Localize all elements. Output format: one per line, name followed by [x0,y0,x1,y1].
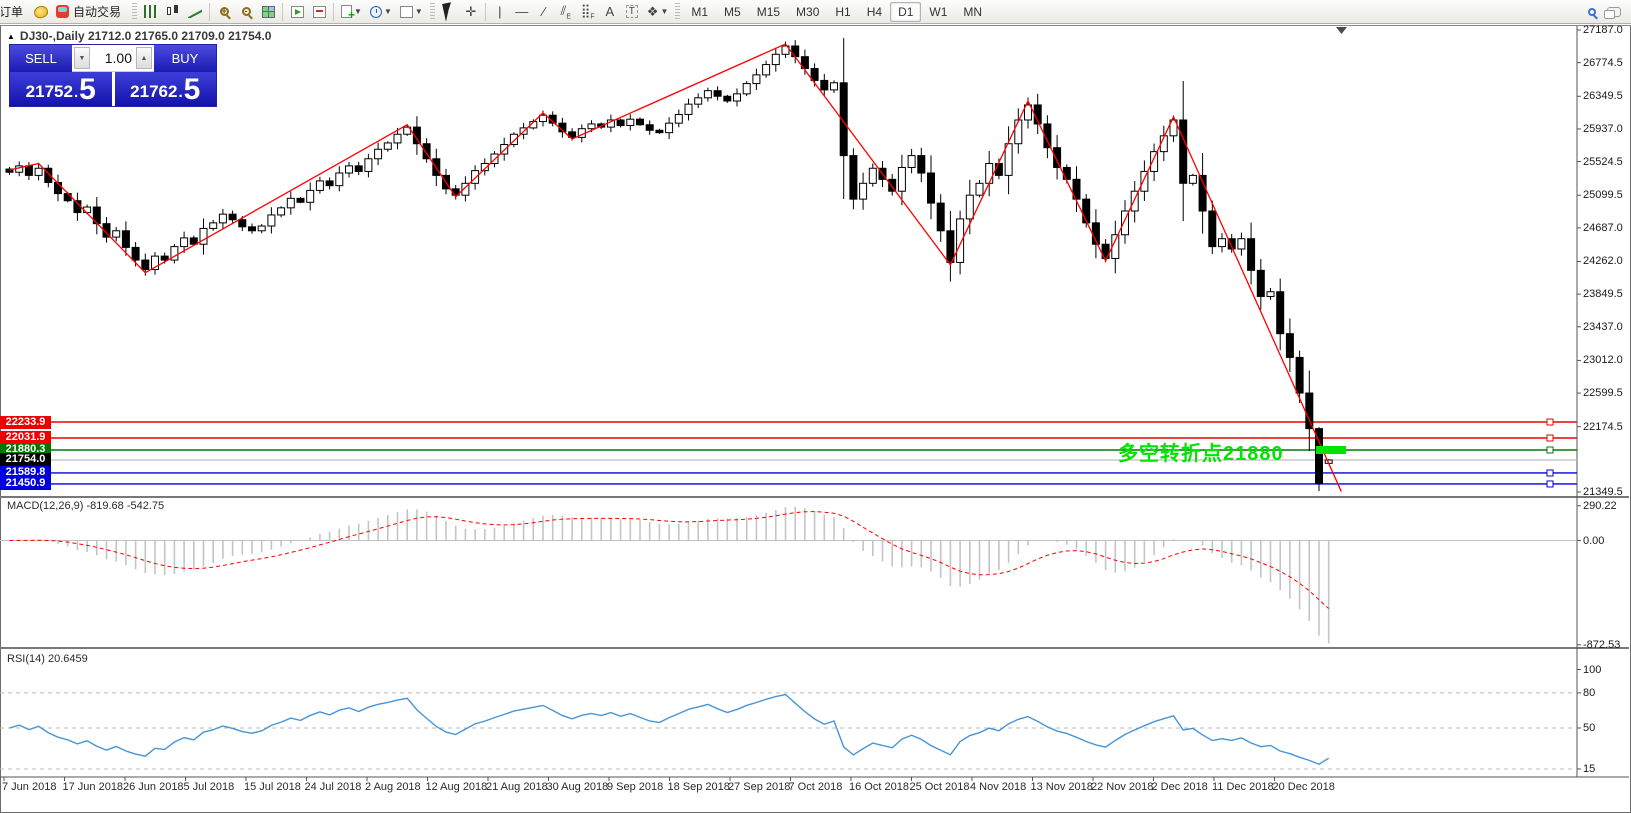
collapse-panel-icon[interactable]: ▲ [7,32,15,41]
crosshair-icon: ✛ [465,4,476,20]
periods-icon [370,6,382,18]
sell-button[interactable]: SELL [10,45,72,72]
volume-input[interactable]: 1.00 [92,45,134,71]
arrows-button[interactable]: ❖▼ [643,1,673,23]
fibonacci-button[interactable]: ⣿F [577,1,599,23]
timeframe-button-m15[interactable]: M15 [749,2,788,22]
timeframe-button-m1[interactable]: M1 [683,2,716,22]
timeframe-button-mn[interactable]: MN [955,2,990,22]
mt4-window: 订单 自动交易 + - ▼ ▼ ▼ ✛ | [0,0,1631,813]
search-icon [1588,8,1596,16]
chart-shift-icon [313,6,326,18]
chat-button[interactable] [1603,1,1625,23]
volume-increase-button[interactable]: ▲ [136,47,152,69]
new-order-icon [33,4,50,19]
candlestick-chart-icon [166,5,180,18]
toolbar-separator [282,3,283,21]
chart-window[interactable]: ▲ DJ30-,Daily 21712.0 21765.0 21709.0 21… [0,25,1631,813]
toolbar-grip [675,3,680,21]
fibonacci-icon: ⣿F [581,3,595,21]
text-icon: A [605,4,614,19]
timeframe-button-h1[interactable]: H1 [827,2,858,22]
bar-chart-button[interactable] [140,1,162,23]
line-chart-button[interactable] [184,1,206,23]
volume-spinner: ▼ 1.00 ▲ [72,45,154,72]
arrows-icon: ❖ [647,4,659,20]
indicators-icon [341,5,352,18]
trendline-icon: ∕ [543,4,545,19]
one-click-trading-panel: SELL ▼ 1.00 ▲ BUY 21752 . 5 21762 . 5 [9,44,217,107]
buy-price-frac: 5 [184,75,201,105]
timeframe-button-w1[interactable]: W1 [921,2,955,22]
sell-price-dot: . [74,81,78,105]
toolbar-separator [485,3,486,21]
line-chart-icon [188,5,202,18]
zoom-in-button[interactable]: + [213,1,235,23]
auto-scroll-button[interactable] [286,1,308,23]
vertical-line-button[interactable]: | [489,1,511,23]
toolbar-separator [333,3,334,21]
vertical-line-icon: | [498,4,501,19]
buy-price-dot: . [178,81,182,105]
chat-icon [1607,7,1621,17]
text-label-button[interactable]: T [621,1,643,23]
channel-button[interactable]: ⫽E [555,1,577,23]
autotrade-icon [56,5,69,18]
buy-price-button[interactable]: 21762 . 5 [115,72,217,106]
chevron-down-icon: ▼ [415,7,423,16]
orders-button[interactable]: 订单 [0,1,30,23]
crosshair-button[interactable]: ✛ [460,1,482,23]
templates-button[interactable]: ▼ [396,1,427,23]
horizontal-line-icon: — [515,4,528,19]
candlestick-chart-button[interactable] [162,1,184,23]
chart-shift-button[interactable] [308,1,330,23]
horizontal-line-button[interactable]: — [511,1,533,23]
sell-price-button[interactable]: 21752 . 5 [10,72,112,106]
toolbar-grip [132,3,137,21]
symbol-ohlc-title: DJ30-,Daily 21712.0 21765.0 21709.0 2175… [20,29,272,43]
tile-windows-button[interactable] [257,1,279,23]
chevron-down-icon: ▼ [660,7,668,16]
timeframe-button-m5[interactable]: M5 [716,2,749,22]
autotrade-label: 自动交易 [69,3,125,20]
equidistant-channel-icon: ⫽E [561,3,571,21]
orders-label: 订单 [0,3,27,20]
search-button[interactable] [1581,1,1603,23]
text-label-icon: T [626,5,638,18]
text-button[interactable]: A [599,1,621,23]
bar-chart-icon [144,5,158,18]
zoom-in-icon: + [220,7,229,16]
chart-title[interactable]: ▲ DJ30-,Daily 21712.0 21765.0 21709.0 21… [7,29,271,43]
templates-icon [400,6,413,18]
indicators-button[interactable]: ▼ [337,1,366,23]
new-order-button[interactable] [30,1,52,23]
main-toolbar: 订单 自动交易 + - ▼ ▼ ▼ ✛ | [0,0,1631,24]
chevron-down-icon: ▼ [354,7,362,16]
cursor-button[interactable] [438,1,460,23]
chevron-down-icon: ▼ [384,7,392,16]
periods-button[interactable]: ▼ [366,1,396,23]
buy-button[interactable]: BUY [154,45,216,72]
sell-price-frac: 5 [79,75,96,105]
zoom-out-icon: - [242,7,251,16]
trendline-button[interactable]: ∕ [533,1,555,23]
zoom-out-button[interactable]: - [235,1,257,23]
timeframe-button-m30[interactable]: M30 [788,2,827,22]
buy-price-main: 21762 [130,79,177,105]
volume-decrease-button[interactable]: ▼ [74,47,90,69]
toolbar-grip [430,3,435,21]
auto-scroll-icon [291,6,304,18]
timeframe-button-d1[interactable]: D1 [890,2,921,22]
tile-windows-icon [262,6,275,18]
sell-price-main: 21752 [26,79,73,105]
cursor-icon [443,2,456,21]
toolbar-separator [209,3,210,21]
timeframe-toolbar: M1M5M15M30H1H4D1W1MN [683,2,990,22]
timeframe-button-h4[interactable]: H4 [859,2,890,22]
autotrade-button[interactable]: 自动交易 [52,1,129,23]
